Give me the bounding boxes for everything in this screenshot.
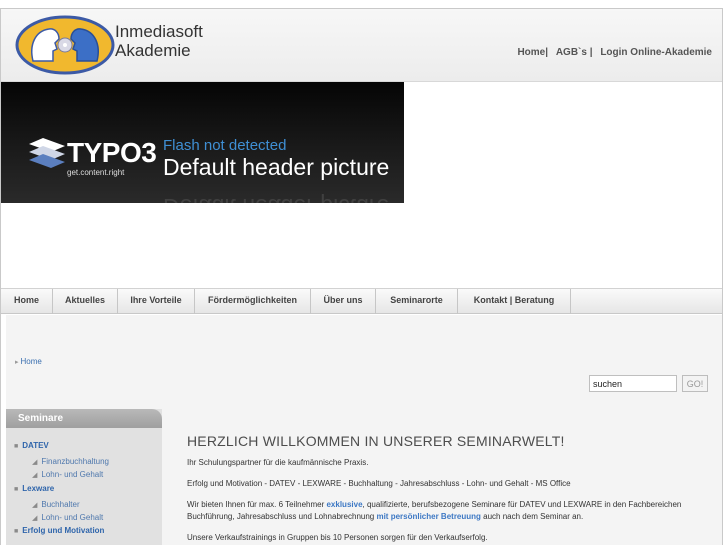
typo3-wordmark: TYPO3 — [67, 137, 157, 168]
sidebar: Seminare ■ DATEV ◢ Finanzbuchhaltung ◢ Lohn… — [6, 409, 162, 545]
top-links: Home| AGB`s | Login Online-Akademie — [517, 47, 712, 58]
typo3-tagline: get.content.right — [67, 168, 125, 177]
sidebar-item-label: Erfolg und Motivation — [22, 526, 105, 535]
brand-line-2: Akademie — [115, 41, 191, 60]
search-input[interactable] — [589, 375, 677, 392]
sidebar-item-finanzbuchhaltung[interactable]: ◢ Finanzbuchhaltung — [32, 457, 109, 466]
offer-text: Wir bieten Ihnen für max. 6 Teilnehmer — [187, 500, 327, 509]
typo3-logo-icon — [29, 138, 65, 168]
breadcrumb-home-link[interactable]: Home — [20, 357, 41, 366]
search-go-button[interactable]: GO! — [682, 375, 708, 392]
brand-name[interactable]: Inmediasoft Akademie — [115, 22, 203, 60]
bullet-icon: ■ — [14, 528, 19, 535]
brand-line-1: Inmediasoft — [115, 22, 203, 41]
nav-seminarorte[interactable]: Seminarorte — [376, 289, 458, 314]
page-title: HERZLICH WILLKOMMEN IN UNSERER SEMINARWE… — [187, 433, 565, 449]
sidebar-item-datev-lohn[interactable]: ◢ Lohn- und Gehalt — [32, 470, 103, 479]
sidebar-item-label: Buchhalter — [41, 500, 80, 509]
sidebar-item-label: Lexware — [22, 484, 55, 493]
sidebar-item-label: Lohn- und Gehalt — [41, 513, 104, 522]
sidebar-item-lexware[interactable]: ■ Lexware — [14, 484, 54, 493]
intro-paragraph: Ihr Schulungspartner für die kaufmännisc… — [187, 458, 369, 467]
offer-highlight-exklusive: exklusive — [326, 500, 363, 509]
nav-aktuelles[interactable]: Aktuelles — [53, 289, 118, 314]
nav-kontakt-beratung[interactable]: Kontakt | Beratung — [458, 289, 571, 314]
main-content: HERZLICH WILLKOMMEN IN UNSERER SEMINARWE… — [187, 433, 717, 545]
site-header: Inmediasoft Akademie Home| AGB`s | Login… — [1, 9, 722, 82]
sub-arrow-icon: ◢ — [32, 502, 38, 509]
topics-paragraph: Erfolg und Motivation - DATEV - LEXWARE … — [187, 479, 571, 488]
sidebar-item-erfolg-motivation[interactable]: ■ Erfolg und Motivation — [14, 526, 104, 535]
sidebar-item-label: Lohn- und Gehalt — [41, 470, 104, 479]
bullet-icon: ■ — [14, 443, 19, 450]
page-frame: Inmediasoft Akademie Home| AGB`s | Login… — [0, 8, 723, 545]
nav-home[interactable]: Home — [1, 289, 53, 314]
main-navigation: Home Aktuelles Ihre Vorteile Fördermögli… — [1, 288, 722, 314]
offer-text: auch nach dem Seminar an. — [480, 512, 584, 521]
top-link-home[interactable]: Home| — [517, 47, 548, 58]
header-banner: TYPO3 get.content.right Flash not detect… — [1, 82, 404, 203]
sub-arrow-icon: ◢ — [32, 515, 38, 522]
sidebar-item-label: Finanzbuchhaltung — [41, 457, 109, 466]
nav-ueber-uns[interactable]: Über uns — [311, 289, 376, 314]
sidebar-item-datev[interactable]: ■ DATEV — [14, 441, 49, 450]
sidebar-item-label: DATEV — [22, 441, 49, 450]
inmediasoft-logo-icon[interactable] — [15, 15, 115, 75]
nav-ihre-vorteile[interactable]: Ihre Vorteile — [118, 289, 195, 314]
nav-foerdermoeglichkeiten[interactable]: Fördermöglichkeiten — [195, 289, 311, 314]
header-picture-text: Default header picture — [163, 154, 390, 180]
sidebar-item-lexware-lohn[interactable]: ◢ Lohn- und Gehalt — [32, 513, 103, 522]
flash-not-detected-text: Flash not detected — [163, 137, 287, 154]
top-link-login[interactable]: Login Online-Akademie — [600, 47, 712, 58]
header-picture-reflection: Default header picture — [163, 193, 389, 203]
sales-training-paragraph: Unsere Verkaufstrainings in Gruppen bis … — [187, 533, 488, 542]
bullet-icon: ■ — [14, 486, 19, 493]
offer-paragraph: Wir bieten Ihnen für max. 6 Teilnehmer e… — [187, 499, 717, 523]
sub-arrow-icon: ◢ — [32, 459, 38, 466]
top-link-agb[interactable]: AGB`s | — [556, 47, 593, 58]
sub-arrow-icon: ◢ — [32, 472, 38, 479]
breadcrumb: ▸ Home — [15, 357, 42, 366]
sidebar-item-buchhalter[interactable]: ◢ Buchhalter — [32, 500, 80, 509]
sidebar-title: Seminare — [6, 409, 162, 428]
offer-highlight-betreuung: mit persönlicher Betreuung — [376, 512, 481, 521]
